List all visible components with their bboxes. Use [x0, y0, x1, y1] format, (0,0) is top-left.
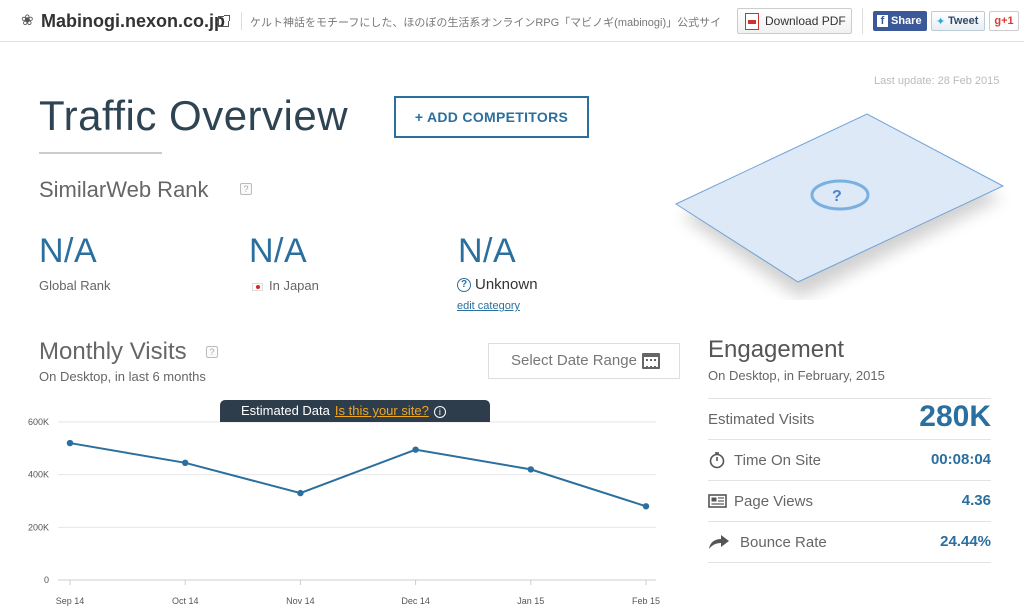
pages-icon [708, 494, 727, 508]
data-point[interactable] [66, 439, 74, 447]
engagement-value: 280K [919, 400, 991, 433]
y-tick-label: 600K [28, 417, 49, 427]
download-pdf-label: Download PDF [765, 14, 846, 28]
x-tick-label: Sep 14 [56, 596, 85, 606]
global-rank-label: Global Rank [39, 278, 111, 293]
y-tick-label: 400K [28, 470, 49, 480]
data-point[interactable] [527, 466, 534, 473]
x-tick-label: Dec 14 [401, 596, 430, 606]
engagement-label: Page Views [734, 493, 813, 510]
site-screenshot-placeholder: ? [672, 110, 1012, 300]
pdf-icon [745, 13, 759, 30]
y-tick-label: 0 [44, 575, 49, 585]
engagement-label: Bounce Rate [740, 534, 827, 551]
title-underline [39, 152, 162, 154]
engagement-row-visits: Estimated Visits 280K [708, 398, 991, 440]
is-this-your-site-link[interactable]: Is this your site? [335, 403, 429, 418]
x-tick-label: Feb 15 [632, 596, 660, 606]
country-rank-value: N/A [249, 232, 308, 270]
engagement-label: Estimated Visits [708, 411, 815, 428]
estimated-data-label: Estimated Data [241, 403, 330, 418]
engagement-value: 00:08:04 [930, 451, 991, 468]
country-rank-label: In Japan [269, 278, 319, 293]
last-update: Last update: 28 Feb 2015 [874, 75, 1000, 87]
site-favicon-icon: ❀ [21, 12, 34, 29]
twitter-bird-icon: ✦ [936, 16, 946, 28]
monthly-visits-chart: 0 200K 400K 600K Sep 14 Oct 14 Nov 14 Dec 14 Ja… [28, 417, 660, 606]
add-competitors-button[interactable]: + ADD COMPETITORS [394, 96, 589, 138]
facebook-share-label: Share [891, 15, 922, 27]
data-point[interactable] [412, 446, 419, 453]
engagement-value: 4.36 [961, 492, 991, 509]
stopwatch-icon [709, 452, 725, 469]
facebook-icon: f [877, 15, 888, 27]
calendar-icon [642, 353, 660, 369]
tweet-label: Tweet [948, 15, 979, 27]
date-range-label: Select Date Range [511, 352, 637, 369]
select-date-range-button[interactable]: Select Date Range [488, 343, 680, 379]
monthly-visits-title: Monthly Visits [39, 338, 187, 365]
engagement-subtitle: On Desktop, in February, 2015 [708, 368, 885, 383]
category-rank-value: N/A [458, 232, 517, 270]
info-icon[interactable]: i [433, 405, 446, 418]
divider [862, 8, 863, 34]
rank-section-title: SimilarWeb Rank [39, 177, 209, 202]
data-point[interactable] [182, 459, 189, 467]
site-name[interactable]: Mabinogi.nexon.co.jp [41, 11, 225, 32]
category-label: Unknown [475, 276, 538, 293]
rank-help-icon[interactable]: ? [240, 183, 252, 195]
site-header-bar: ❀ Mabinogi.nexon.co.jp ケルト神話をモチーフにした、ほのぼ… [0, 0, 1024, 42]
tweet-button[interactable]: ✦ Tweet [931, 11, 985, 31]
monthly-help-icon[interactable]: ? [206, 346, 218, 358]
category-help-icon[interactable]: ? [457, 278, 471, 293]
google-plus-button[interactable]: g+1 [989, 11, 1019, 31]
category-label-group: ? Unknown [457, 276, 538, 293]
page-title: Traffic Overview [39, 92, 349, 139]
x-tick-label: Oct 14 [172, 596, 199, 606]
global-rank-value: N/A [39, 232, 98, 270]
divider [241, 12, 242, 30]
country-rank-label-group: In Japan [252, 278, 319, 293]
japan-flag-icon [252, 282, 263, 291]
svg-text:?: ? [832, 188, 842, 205]
engagement-row-bounce: Bounce Rate 24.44% [708, 521, 991, 563]
engagement-value: 24.44% [940, 533, 991, 550]
x-tick-label: Jan 15 [517, 596, 544, 606]
facebook-share-button[interactable]: f Share [873, 11, 927, 31]
data-point[interactable] [642, 503, 650, 510]
engagement-title: Engagement [708, 336, 845, 363]
estimated-data-banner: Estimated Data Is this your site? i [220, 400, 490, 422]
bounce-arrow-icon [709, 535, 729, 549]
monthly-visits-subtitle: On Desktop, in last 6 months [39, 369, 206, 384]
y-tick-label: 200K [28, 522, 49, 532]
engagement-row-pageviews: Page Views 4.36 [708, 480, 991, 522]
site-description: ケルト神話をモチーフにした、ほのぼの生活系オンラインRPG「マビノギ(mabin… [250, 17, 720, 29]
x-tick-label: Nov 14 [286, 596, 315, 606]
edit-category-link[interactable]: edit category [457, 300, 520, 312]
data-point[interactable] [297, 489, 304, 497]
engagement-row-time: Time On Site 00:08:04 [708, 439, 991, 481]
engagement-label: Time On Site [734, 452, 821, 469]
external-link-icon[interactable] [218, 15, 230, 27]
download-pdf-button[interactable]: Download PDF [737, 8, 852, 34]
